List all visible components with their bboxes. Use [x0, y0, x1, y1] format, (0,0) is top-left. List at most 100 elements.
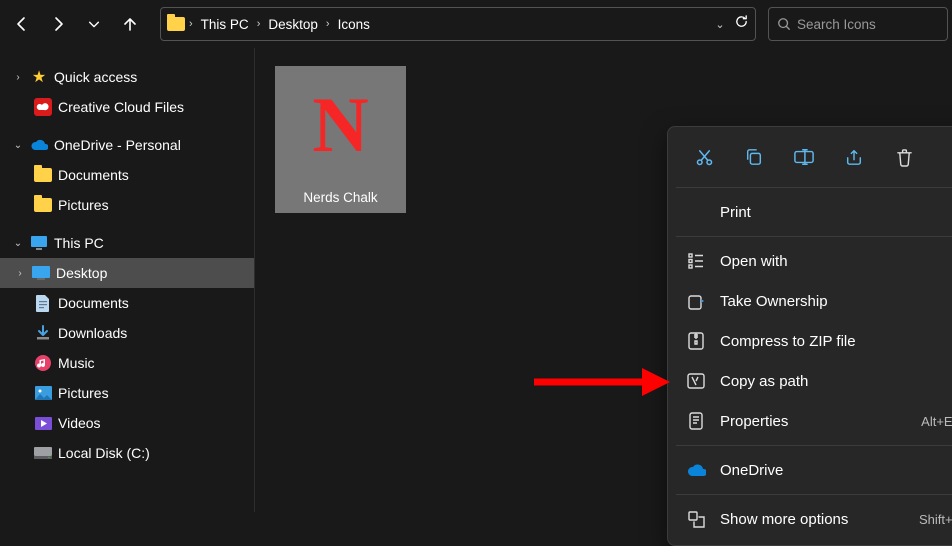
creative-cloud-icon: [34, 98, 52, 116]
content-area[interactable]: N Nerds Chalk: [255, 48, 952, 512]
tree-documents[interactable]: Documents: [0, 160, 254, 190]
drive-icon: [34, 444, 52, 462]
address-bar[interactable]: › This PC › Desktop › Icons ⌄: [160, 7, 756, 41]
tree-label: Creative Cloud Files: [58, 99, 184, 115]
ctx-take-ownership[interactable]: Take Ownership: [674, 281, 952, 321]
tree-label: Quick access: [54, 69, 137, 85]
copy-path-icon: [686, 373, 706, 389]
tree-onedrive[interactable]: ⌄ OneDrive - Personal: [0, 130, 254, 160]
ctx-shortcut: Alt+Enter: [921, 414, 952, 429]
tree-creative-cloud[interactable]: Creative Cloud Files: [0, 92, 254, 122]
document-icon: [34, 294, 52, 312]
address-dropdown[interactable]: ⌄: [714, 18, 726, 31]
rename-button[interactable]: [784, 139, 824, 175]
context-menu: Print Open with › Take Ownership: [667, 126, 952, 546]
tree-label: Desktop: [56, 265, 107, 281]
tree-pictures[interactable]: Pictures: [0, 190, 254, 220]
chevron-down-icon: ⌄: [12, 140, 24, 151]
ctx-open-with[interactable]: Open with ›: [674, 241, 952, 281]
tree-label: This PC: [54, 235, 104, 251]
properties-icon: [686, 412, 706, 430]
back-button[interactable]: [4, 6, 40, 42]
ctx-print[interactable]: Print: [674, 192, 952, 232]
delete-button[interactable]: [884, 139, 924, 175]
tree-pictures-pc[interactable]: Pictures: [0, 378, 254, 408]
tree-label: Documents: [58, 167, 129, 183]
ctx-label: Properties: [720, 413, 788, 430]
refresh-button[interactable]: [734, 14, 749, 34]
tree-label: OneDrive - Personal: [54, 137, 181, 153]
tree-music[interactable]: Music: [0, 348, 254, 378]
ctx-copy-path[interactable]: Copy as path: [674, 361, 952, 401]
tree-label: Music: [58, 355, 95, 371]
copy-button[interactable]: [734, 139, 774, 175]
search-icon: [777, 17, 791, 31]
ctx-label: Open with: [720, 253, 788, 270]
open-with-icon: [686, 252, 706, 270]
breadcrumb-item[interactable]: This PC: [197, 15, 253, 34]
file-name: Nerds Chalk: [275, 184, 406, 213]
separator: [676, 236, 952, 237]
cloud-icon: [30, 136, 48, 154]
tree-quick-access[interactable]: › ★ Quick access: [0, 62, 254, 92]
tree-label: Videos: [58, 415, 101, 431]
separator: [676, 445, 952, 446]
tree-this-pc[interactable]: ⌄ This PC: [0, 228, 254, 258]
separator: [676, 187, 952, 188]
ctx-shortcut: Shift+F10: [919, 512, 952, 527]
ctx-label: Copy as path: [720, 373, 808, 390]
ctx-label: Print: [720, 204, 751, 221]
desktop-icon: [32, 264, 50, 282]
star-icon: ★: [30, 68, 48, 86]
download-icon: [34, 324, 52, 342]
ctx-label: Take Ownership: [720, 293, 828, 310]
tree-label: Pictures: [58, 197, 109, 213]
chevron-right-icon: ›: [326, 18, 330, 30]
tree-videos[interactable]: Videos: [0, 408, 254, 438]
thumbnail-letter: N: [312, 86, 368, 164]
chevron-down-icon: ⌄: [12, 238, 24, 249]
zip-icon: [686, 332, 706, 350]
search-input[interactable]: Search Icons: [768, 7, 948, 41]
breadcrumb-item[interactable]: Icons: [334, 15, 374, 34]
tree-local-disk[interactable]: Local Disk (C:): [0, 438, 254, 468]
file-tile[interactable]: N Nerds Chalk: [275, 66, 406, 213]
separator: [676, 494, 952, 495]
shield-icon: [686, 292, 706, 310]
cloud-icon: [686, 464, 706, 477]
ctx-onedrive[interactable]: OneDrive ›: [674, 450, 952, 490]
tree-downloads[interactable]: Downloads: [0, 318, 254, 348]
tree-label: Downloads: [58, 325, 127, 341]
breadcrumb-item[interactable]: Desktop: [264, 15, 322, 34]
cut-button[interactable]: [684, 139, 724, 175]
pictures-icon: [34, 384, 52, 402]
tree-desktop[interactable]: › Desktop: [0, 258, 254, 288]
chevron-right-icon: ›: [12, 72, 24, 83]
tree-label: Pictures: [58, 385, 109, 401]
ctx-label: OneDrive: [720, 462, 783, 479]
videos-icon: [34, 414, 52, 432]
share-button[interactable]: [834, 139, 874, 175]
ctx-label: Compress to ZIP file: [720, 333, 856, 350]
tree-label: Documents: [58, 295, 129, 311]
toolbar: › This PC › Desktop › Icons ⌄ Search Ico…: [0, 0, 952, 48]
ctx-compress[interactable]: Compress to ZIP file: [674, 321, 952, 361]
file-thumbnail: N: [275, 66, 406, 184]
ctx-label: Show more options: [720, 511, 848, 528]
tree-documents-pc[interactable]: Documents: [0, 288, 254, 318]
forward-button[interactable]: [40, 6, 76, 42]
chevron-right-icon: ›: [257, 18, 261, 30]
folder-icon: [34, 196, 52, 214]
folder-icon: [167, 15, 185, 33]
ctx-show-more[interactable]: Show more options Shift+F10: [674, 499, 952, 539]
search-placeholder: Search Icons: [797, 17, 876, 32]
up-button[interactable]: [112, 6, 148, 42]
folder-icon: [34, 166, 52, 184]
chevron-right-icon: ›: [189, 18, 193, 30]
chevron-right-icon: ›: [14, 268, 26, 279]
ctx-properties[interactable]: Properties Alt+Enter: [674, 401, 952, 441]
annotation-arrow: [530, 364, 670, 404]
music-icon: [34, 354, 52, 372]
recent-dropdown[interactable]: [76, 6, 112, 42]
monitor-icon: [30, 234, 48, 252]
